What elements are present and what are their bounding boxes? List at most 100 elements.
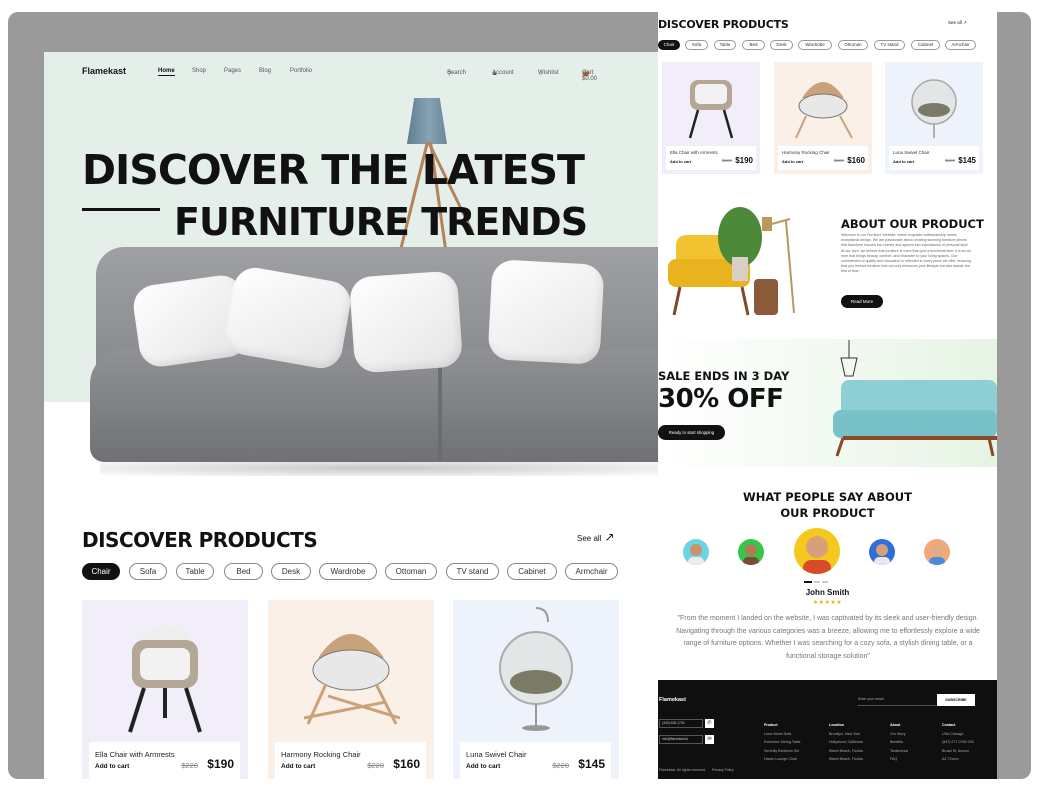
card-info: Ella Chair with Armrests Add to cart $22… [666, 146, 756, 170]
chip-tv-stand[interactable]: TV stand [446, 563, 499, 580]
armchair-image [688, 80, 734, 139]
start-shopping-button[interactable]: Ready to start shopping [658, 425, 725, 440]
product-card[interactable]: Luna Swivel Chair Add to cart $220 $145 [885, 62, 983, 174]
product-card[interactable]: Ella Chair with Armrests Add to cart $22… [662, 62, 760, 174]
homepage-preview: Flamekast Home Shop Pages Blog Portfolio… [44, 52, 658, 779]
nav-shop[interactable]: Shop [192, 68, 206, 74]
price: $190 [207, 757, 234, 771]
arrow-up-right-icon: ↗ [604, 530, 615, 544]
price: $160 [393, 757, 420, 771]
newsletter-email-input[interactable]: Enter your email [858, 694, 936, 706]
add-to-cart-button[interactable]: Add to cart [281, 763, 315, 770]
avatar[interactable] [738, 539, 764, 565]
mail-icon[interactable]: ✉ [705, 735, 714, 744]
showcase-frame: Flamekast Home Shop Pages Blog Portfolio… [8, 12, 1031, 779]
rocking-chair-image [303, 634, 401, 725]
sofa-shadow [100, 460, 658, 476]
product-card[interactable]: Harmony Rocking Chair Add to cart $220 $… [268, 600, 434, 779]
chip-wardrobe[interactable]: Wardrobe [798, 40, 832, 50]
chip-table[interactable]: Table [714, 40, 736, 50]
footer-col-location: Location Brooklyn, New York Hollywood, C… [829, 723, 863, 761]
chip-tv-stand[interactable]: TV stand [874, 40, 905, 50]
privacy-link[interactable]: Privacy Policy [712, 768, 734, 772]
footer-logo[interactable]: Flamekast [659, 697, 686, 703]
nav-home[interactable]: Home [158, 68, 175, 76]
nav-pages[interactable]: Pages [224, 68, 241, 74]
chip-bed[interactable]: Bed [224, 563, 263, 580]
product-name[interactable]: Ella Chair with Armrests [670, 150, 718, 155]
footer-col-contact: Contact USA Chicago (847) 277-0760 025 B… [942, 723, 974, 761]
card-info: Harmony Rocking Chair Add to cart $220 $… [778, 146, 868, 170]
product-card[interactable]: Ella Chair with Armrests Add to cart $22… [82, 600, 248, 779]
chip-cabinet[interactable]: Cabinet [911, 40, 940, 50]
chip-table[interactable]: Table [176, 563, 214, 580]
see-all-link[interactable]: See all ↗ [577, 530, 615, 544]
avatar[interactable] [869, 539, 895, 565]
sofa-seam [438, 352, 442, 460]
card-info: Luna Swivel Chair Add to cart $220 $145 [889, 146, 979, 170]
card-info: Ella Chair with Armrests Add to cart $22… [89, 742, 240, 779]
avatar[interactable] [924, 539, 950, 565]
old-price: $220 [721, 158, 732, 163]
footer-col-product: Product Luna Velvet Sofa Extension Dinin… [764, 723, 801, 761]
subscribe-button[interactable]: SUBSCRIBE [937, 694, 975, 706]
read-more-button[interactable]: Read More [841, 295, 883, 308]
chip-chair[interactable]: Chair [658, 40, 680, 50]
swivel-chair-image [911, 79, 957, 138]
chip-chair[interactable]: Chair [82, 563, 120, 580]
nav-blog[interactable]: Blog [259, 68, 271, 74]
armchair-image [128, 626, 202, 733]
arrow-up-right-icon: ↗ [963, 20, 967, 25]
add-to-cart-button[interactable]: Add to cart [893, 159, 914, 164]
product-card[interactable]: Luna Swivel Chair Add to cart $220 $145 [453, 600, 619, 779]
nav-portfolio[interactable]: Portfolio [290, 68, 312, 74]
email-field: info@flamekast.io ✉ [659, 735, 714, 744]
hero-rule [82, 208, 160, 211]
rocking-chair-image [795, 82, 853, 139]
chip-bed[interactable]: Bed [742, 40, 765, 50]
product-name[interactable]: Luna Swivel Chair [893, 150, 929, 155]
product-name[interactable]: Luna Swivel Chair [466, 750, 526, 759]
add-to-cart-button[interactable]: Add to cart [782, 159, 803, 164]
add-to-cart-button[interactable]: Add to cart [95, 763, 129, 770]
hero-headline-2: FURNITURE TRENDS [174, 200, 588, 244]
sale-discount: 30% OFF [658, 384, 784, 414]
chip-wardrobe[interactable]: Wardrobe [319, 563, 377, 580]
chip-sofa[interactable]: Sofa [129, 563, 167, 580]
product-name[interactable]: Harmony Rocking Chair [782, 150, 830, 155]
carousel-dots[interactable] [804, 581, 834, 583]
pillow [487, 259, 605, 365]
hero-headline-1: DISCOVER THE LATEST [82, 146, 585, 194]
chip-cabinet[interactable]: Cabinet [507, 563, 557, 580]
products-title: DISCOVER PRODUCTS [82, 528, 318, 552]
chip-desk[interactable]: Desk [271, 563, 311, 580]
right-products-title: DISCOVER PRODUCTS [658, 18, 789, 31]
product-card[interactable]: Harmony Rocking Chair Add to cart $220 $… [774, 62, 872, 174]
chip-armchair[interactable]: Armchair [945, 40, 976, 50]
logo[interactable]: Flamekast [82, 66, 126, 76]
old-price: $220 [944, 158, 955, 163]
add-to-cart-button[interactable]: Add to cart [466, 763, 500, 770]
avatar-active[interactable] [794, 528, 840, 574]
copyright: Flamekast. All rights reserved [659, 768, 705, 772]
right-see-all-link[interactable]: See all ↗ [948, 20, 967, 26]
chip-ottoman[interactable]: Ottoman [385, 563, 437, 580]
testimonial-title-1: WHAT PEOPLE SAY ABOUT [743, 490, 912, 504]
pillow [348, 270, 464, 374]
chip-armchair[interactable]: Armchair [565, 563, 618, 580]
add-to-cart-button[interactable]: Add to cart [670, 159, 691, 164]
sale-headline: SALE ENDS IN 3 DAY [658, 369, 790, 383]
avatar[interactable] [683, 539, 709, 565]
chip-ottoman[interactable]: Ottoman [838, 40, 868, 50]
top-nav: Flamekast Home Shop Pages Blog Portfolio… [82, 66, 598, 82]
footer-col-about: About Our Story Benefits Testimonial FAQ [890, 723, 908, 761]
footer: Flamekast Enter your email SUBSCRIBE (34… [658, 680, 997, 779]
about-illustration [668, 207, 795, 316]
product-name[interactable]: Ella Chair with Armrests [95, 750, 175, 759]
old-price: $220 [367, 761, 384, 770]
phone-icon[interactable]: ✆ [705, 719, 714, 728]
product-name[interactable]: Harmony Rocking Chair [281, 750, 361, 759]
chip-desk[interactable]: Desk [770, 40, 793, 50]
old-price: $220 [833, 158, 844, 163]
chip-sofa[interactable]: Sofa [685, 40, 708, 50]
